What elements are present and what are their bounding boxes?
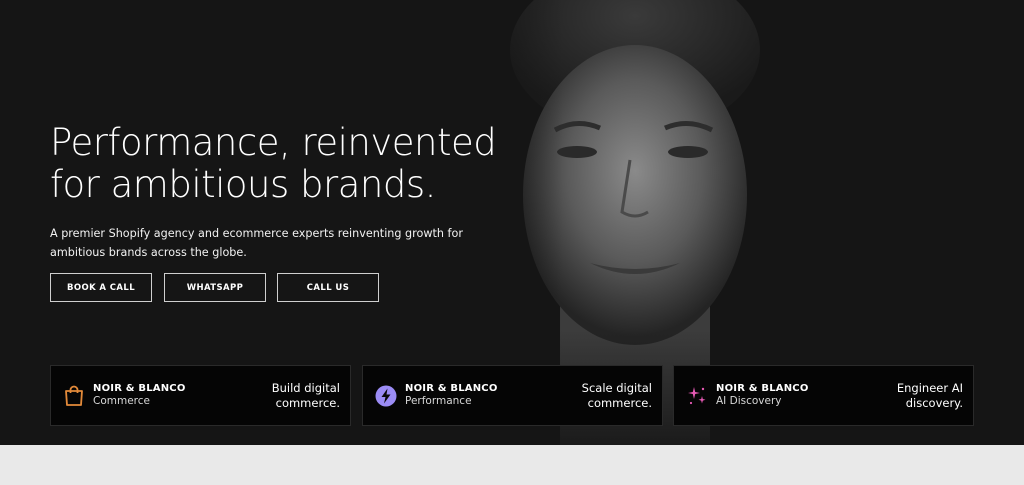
card-brand-name: NOIR & BLANCO xyxy=(405,383,498,394)
card-brand-sub: Commerce xyxy=(93,395,150,407)
card-brand: NOIR & BLANCO AI Discovery xyxy=(716,383,809,408)
whatsapp-button[interactable]: WHATSAPP xyxy=(164,273,266,302)
book-a-call-button[interactable]: BOOK A CALL xyxy=(50,273,152,302)
service-card-ai-discovery[interactable]: NOIR & BLANCO AI Discovery Engineer AI d… xyxy=(673,365,974,426)
service-card-commerce[interactable]: NOIR & BLANCO Commerce Build digital com… xyxy=(50,365,351,426)
hero-subtext: A premier Shopify agency and ecommerce e… xyxy=(50,227,463,259)
hero-section: Performance, reinvented for ambitious br… xyxy=(0,0,1024,445)
card-brand-sub: Performance xyxy=(405,395,472,407)
card-brand-sub: AI Discovery xyxy=(716,395,782,407)
card-tagline: Scale digital commerce. xyxy=(581,380,652,410)
lightning-bolt-icon xyxy=(375,385,397,407)
call-us-button[interactable]: CALL US xyxy=(277,273,379,302)
hero-headline-line2: for ambitious brands. xyxy=(50,163,436,206)
hero-headline-line1: Performance, reinvented xyxy=(50,121,497,164)
card-brand: NOIR & BLANCO Commerce xyxy=(93,383,186,408)
card-brand: NOIR & BLANCO Performance xyxy=(405,383,498,408)
hero-headline: Performance, reinvented for ambitious br… xyxy=(50,122,570,206)
shopping-bag-icon xyxy=(63,385,85,407)
service-card-performance[interactable]: NOIR & BLANCO Performance Scale digital … xyxy=(362,365,663,426)
card-brand-name: NOIR & BLANCO xyxy=(716,383,809,394)
card-tagline: Build digital commerce. xyxy=(271,380,340,410)
card-tagline: Engineer AI discovery. xyxy=(896,380,963,410)
card-brand-name: NOIR & BLANCO xyxy=(93,383,186,394)
sparkles-icon xyxy=(686,385,708,407)
